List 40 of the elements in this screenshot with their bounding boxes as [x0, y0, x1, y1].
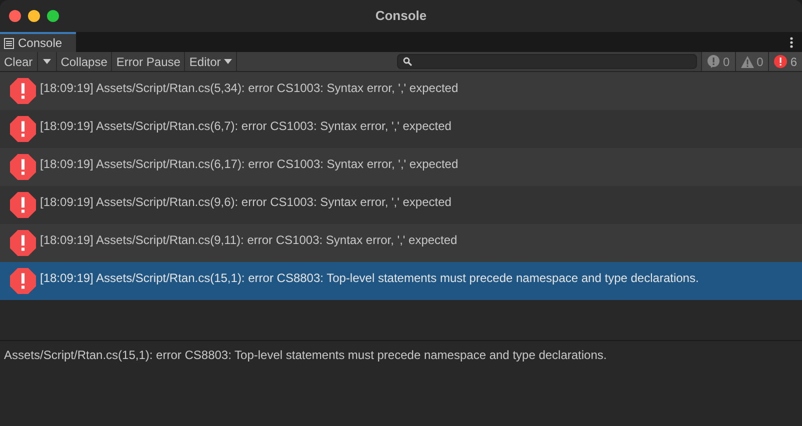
- caret-icon: [224, 59, 232, 64]
- window-title: Console: [375, 8, 427, 24]
- close-button[interactable]: [9, 10, 21, 22]
- zoom-button[interactable]: [47, 10, 59, 22]
- error-icon: [10, 78, 36, 104]
- toggle-button[interactable]: Collapse: [56, 52, 112, 71]
- error-icon: [10, 192, 36, 218]
- info-icon: [706, 55, 720, 68]
- warning-counter[interactable]: 0: [734, 52, 768, 71]
- error-icon: [10, 268, 36, 294]
- caret-icon: [42, 59, 51, 64]
- log-entry[interactable]: [18:09:19] Assets/Script/Rtan.cs(5,34): error CS1003: Syntax error, ',' expected: [0, 72, 802, 110]
- minimize-button[interactable]: [28, 10, 40, 22]
- detail-message: Assets/Script/Rtan.cs(15,1): error CS8803: Top-level statements must precede namespace and type declarations.: [4, 348, 607, 362]
- search-field[interactable]: [396, 54, 697, 69]
- toggle-button[interactable]: Error Pause: [112, 52, 186, 71]
- log-message: [18:09:19] Assets/Script/Rtan.cs(6,17): error CS1003: Syntax error, ',' expected: [40, 156, 458, 173]
- more-options-icon[interactable]: [790, 36, 793, 48]
- error-icon: [10, 230, 36, 256]
- clear-button[interactable]: Clear: [0, 52, 38, 71]
- warning-icon: [740, 56, 754, 68]
- console-tab[interactable]: Console: [0, 32, 76, 52]
- log-message: [18:09:19] Assets/Script/Rtan.cs(9,11): error CS1003: Syntax error, ',' expected: [40, 232, 458, 249]
- document-icon: [4, 38, 14, 48]
- log-entry[interactable]: [18:09:19] Assets/Script/Rtan.cs(6,7): error CS1003: Syntax error, ',' expected: [0, 110, 802, 148]
- log-message: [18:09:19] Assets/Script/Rtan.cs(6,7): error CS1003: Syntax error, ',' expected: [40, 118, 452, 135]
- log-entry[interactable]: [18:09:19] Assets/Script/Rtan.cs(15,1): error CS8803: Top-level statements must precede namespace and type declarations.: [0, 262, 802, 300]
- editor-dropdown[interactable]: Editor: [185, 52, 237, 71]
- log-message: [18:09:19] Assets/Script/Rtan.cs(15,1): error CS8803: Top-level statements must precede namespace and type declarations.: [40, 270, 699, 287]
- error-counter[interactable]: 6: [768, 52, 802, 71]
- info-counter[interactable]: 0: [700, 52, 735, 71]
- search-icon: [402, 57, 412, 66]
- log-entry[interactable]: [18:09:19] Assets/Script/Rtan.cs(6,17): error CS1003: Syntax error, ',' expected: [0, 148, 802, 186]
- log-entry[interactable]: [18:09:19] Assets/Script/Rtan.cs(9,6): error CS1003: Syntax error, ',' expected: [0, 186, 802, 224]
- log-entry[interactable]: [18:09:19] Assets/Script/Rtan.cs(9,11): error CS1003: Syntax error, ',' expected: [0, 224, 802, 262]
- log-message: [18:09:19] Assets/Script/Rtan.cs(9,6): error CS1003: Syntax error, ',' expected: [40, 194, 452, 211]
- log-message: [18:09:19] Assets/Script/Rtan.cs(5,34): error CS1003: Syntax error, ',' expected: [40, 80, 458, 97]
- error-icon: [10, 154, 36, 180]
- error-icon: [774, 55, 788, 68]
- error-icon: [10, 116, 36, 142]
